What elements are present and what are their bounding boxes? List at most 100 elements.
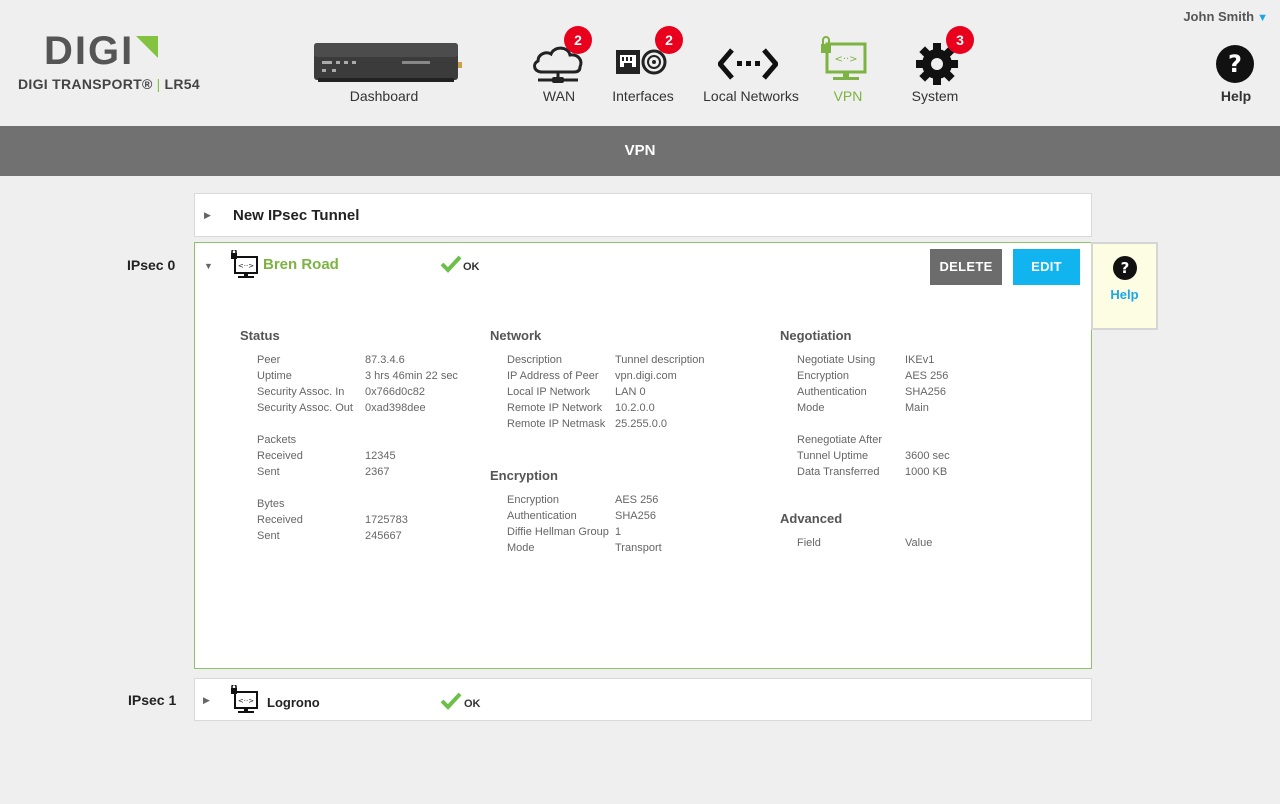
packets-field-key: Sent [257,466,280,478]
status-field-key: Security Assoc. In [257,386,345,398]
logo-separator: | [156,76,161,92]
product-model: LR54 [164,76,200,92]
encryption-field-value: 1 [615,526,622,538]
ipsec-1-row[interactable]: ▶ <··> Logrono OK [194,678,1092,721]
packets-field-value: 12345 [365,450,396,462]
negotiation-field-key: Authentication [797,386,867,398]
expand-caret-icon[interactable]: ▶ [204,210,211,221]
network-field-key: IP Address of Peer [507,370,599,382]
nav-dashboard[interactable]: Dashboard [312,30,462,106]
network-field-value: Tunnel description [615,354,705,366]
nav-interfaces[interactable]: 2 Interfaces [611,26,683,106]
digi-logo: DIGI DIGI TRANSPORT® | LR54 [18,29,218,96]
svg-text:?: ? [1121,259,1130,277]
encryption-field-key: Mode [507,542,535,554]
negotiation-field-key: Negotiate Using [797,354,876,366]
nav-wan-label: WAN [542,88,576,104]
caret-down-icon: ▼ [1257,12,1268,24]
tunnel-status: OK [464,698,481,710]
advanced-section-title: Advanced [780,511,843,526]
encryption-section-title: Encryption [490,468,558,483]
encryption-field-key: Encryption [507,494,559,506]
status-field-value: 0xad398dee [365,402,426,414]
network-field-value: 25.255.0.0 [615,418,667,430]
svg-text:<··>: <··> [238,262,254,270]
top-bar: DIGI DIGI TRANSPORT® | LR54 John Smith ▼ Da… [0,0,1280,126]
negotiation-section-title: Negotiation [780,328,852,343]
network-field-key: Remote IP Network [507,402,603,414]
nav-vpn[interactable]: <··> VPN [816,30,880,106]
packets-field-key: Received [257,450,303,462]
delete-button[interactable]: DELETE [930,249,1002,285]
bytes-field-key: Sent [257,530,280,542]
expand-caret-icon[interactable]: ▶ [203,695,210,706]
nav-local-networks-label: Local Networks [703,88,799,104]
system-badge: 3 [946,26,974,54]
network-section-title: Network [490,328,542,343]
network-field-key: Description [507,354,563,366]
new-ipsec-tunnel-row[interactable]: ▶ New IPsec Tunnel [194,193,1092,237]
bytes-field-key: Received [257,514,303,526]
nav-local-networks[interactable]: Local Networks [703,30,799,106]
local-network-arrows-icon [718,48,778,80]
new-ipsec-tunnel-label: New IPsec Tunnel [233,207,360,224]
collapse-caret-icon[interactable]: ▼ [204,261,213,271]
nav-system-label: System [911,88,959,104]
status-field-key: Security Assoc. Out [257,402,353,414]
status-field-key: Peer [257,354,281,366]
page-title-bar: VPN [0,126,1280,176]
tunnel-name[interactable]: Bren Road [263,256,339,273]
logo-word: DIGI [44,29,135,73]
status-field-value: 87.3.4.6 [365,354,405,366]
encryption-field-value: AES 256 [615,494,659,506]
vpn-lock-monitor-icon: <··> [821,36,867,80]
product-name: DIGI TRANSPORT® [18,76,153,92]
edit-button[interactable]: EDIT [1013,249,1080,285]
encryption-field-key: Authentication [507,510,577,522]
packets-field-value: 2367 [365,466,390,478]
status-field-key: Uptime [257,370,292,382]
nav-system[interactable]: 3 System [903,26,974,106]
bytes-field-value: 1725783 [365,514,408,526]
ok-check-icon [440,255,462,273]
renegotiate-field-value: 3600 sec [905,450,950,462]
nav-help-label: Help [1220,88,1252,104]
tunnel-status: OK [463,261,480,273]
interfaces-badge: 2 [655,26,683,54]
network-field-key: Local IP Network [507,386,590,398]
ipsec-1-label: IPsec 1 [128,692,177,708]
renegotiate-field-key: Tunnel Uptime [797,450,869,462]
network-field-value: LAN 0 [615,386,646,398]
status-field-value: 3 hrs 46min 22 sec [365,370,458,382]
renegotiate-field-value: 1000 KB [905,466,948,478]
help-question-icon: ? [1216,45,1254,83]
bytes-field-value: 245667 [365,530,402,542]
ipsec-0-panel: ▼ <··> Bren Road OK DELETE EDIT Status N… [194,242,1092,669]
nav-help[interactable]: ? Help [1206,30,1266,106]
user-menu[interactable]: John Smith ▼ [1183,9,1268,24]
bytes-label: Bytes [257,498,285,510]
svg-text:<··>: <··> [834,54,857,65]
status-field-value: 0x766d0c82 [365,386,425,398]
tunnel-name[interactable]: Logrono [267,695,320,710]
vpn-tunnel-icon: <··> [231,250,258,278]
wan-badge: 2 [564,26,592,54]
encryption-field-value: SHA256 [615,510,656,522]
negotiation-field-key: Encryption [797,370,849,382]
ok-check-icon [440,692,462,710]
nav-vpn-label: VPN [833,88,863,104]
nav-wan[interactable]: 2 WAN [527,26,592,106]
negotiation-field-value: SHA256 [905,386,946,398]
network-field-value: 10.2.0.0 [615,402,655,414]
negotiation-field-value: Main [905,402,929,414]
help-panel[interactable]: ? Help [1091,242,1158,330]
router-device-icon [314,43,462,82]
renegotiate-field-key: Data Transferred [797,466,880,478]
advanced-field-key: Field [797,537,821,549]
network-field-key: Remote IP Netmask [507,418,606,430]
svg-text:<··>: <··> [238,697,254,705]
vpn-tunnel-icon: <··> [231,685,258,713]
advanced-field-value: Value [905,537,933,549]
user-name: John Smith [1183,9,1255,24]
logo-triangle-icon [136,36,159,58]
